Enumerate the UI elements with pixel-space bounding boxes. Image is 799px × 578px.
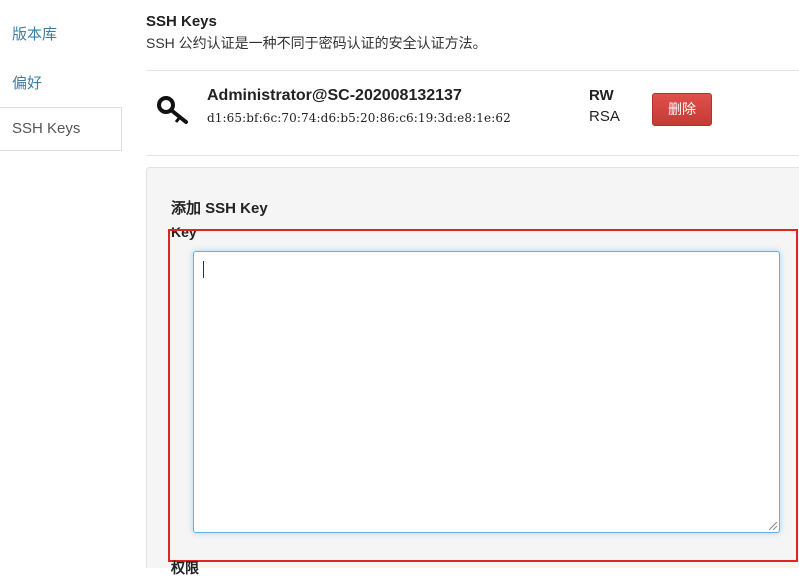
sidebar-item-label: SSH Keys [12, 120, 81, 137]
key-textarea[interactable] [193, 251, 780, 533]
key-icon [157, 96, 188, 124]
key-field-label: Key [171, 224, 197, 240]
page-title: SSH Keys [146, 13, 217, 30]
divider [146, 155, 799, 156]
page-subtitle: SSH 公约认证是一种不同于密码认证的安全认证方法。 [146, 35, 487, 51]
sidebar-item-repositories[interactable]: 版本库 [12, 23, 57, 44]
key-algorithm: RSA [589, 108, 620, 125]
permission-field-label: 权限 [171, 560, 199, 576]
key-permission: RW [589, 87, 614, 104]
delete-key-button[interactable]: 删除 [652, 93, 712, 126]
resize-grip-icon[interactable] [767, 520, 777, 530]
sidebar-item-preferences[interactable]: 偏好 [12, 72, 42, 93]
sidebar-item-ssh-keys[interactable]: SSH Keys [0, 107, 122, 151]
key-fingerprint: d1:65:bf:6c:70:74:d6:b5:20:86:c6:19:3d:e… [207, 111, 511, 125]
text-caret [203, 261, 204, 278]
divider [146, 70, 799, 71]
add-ssh-key-title: 添加 SSH Key [171, 200, 268, 217]
key-name: Administrator@SC-202008132137 [207, 87, 462, 104]
